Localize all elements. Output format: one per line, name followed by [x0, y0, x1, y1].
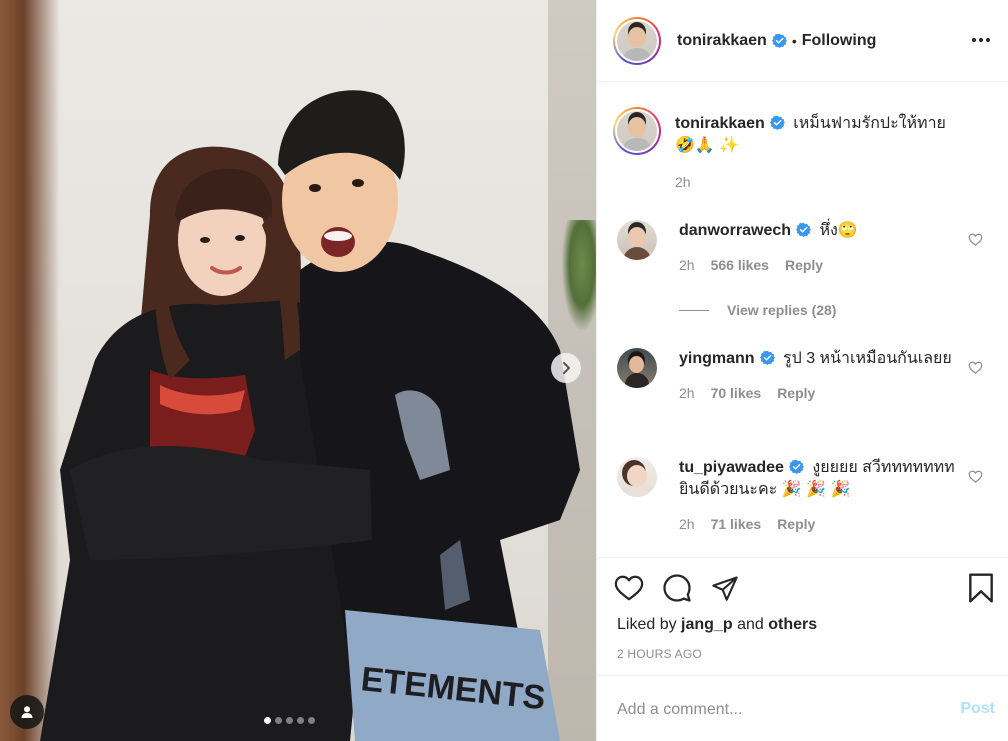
comment-meta: 2h 566 likes Reply: [679, 254, 959, 276]
user-tags-button[interactable]: [10, 695, 44, 729]
share-button[interactable]: [709, 572, 741, 604]
comment-body: danworrawech หึ่ง🙄 2h 566 likes Reply: [679, 220, 959, 276]
comments-list[interactable]: tonirakkaen เหม็นฟามรักปะให้ทาย 🤣🙏 ✨ 2h …: [597, 83, 1008, 557]
comment-like-heart-icon[interactable]: [968, 232, 983, 247]
verified-badge-icon: [759, 350, 775, 365]
carousel-dot: [275, 717, 282, 724]
following-button[interactable]: Following: [802, 32, 877, 50]
post-header: tonirakkaen • Following: [597, 0, 1008, 82]
carousel-dot: [297, 717, 304, 724]
post-timestamp[interactable]: 2 HOURS AGO: [617, 647, 702, 661]
verified-badge-icon: [769, 115, 785, 130]
like-button[interactable]: [613, 572, 645, 604]
caption-text: เหม็นฟามรักปะให้ทาย: [793, 115, 946, 132]
verified-badge-icon: [788, 459, 804, 474]
comment-meta: 2h 70 likes Reply: [679, 382, 959, 404]
carousel-dot: [286, 717, 293, 724]
view-replies-label: View replies (28): [727, 302, 837, 318]
view-replies-button[interactable]: View replies (28): [679, 302, 836, 318]
comment-item: yingmann รูป 3 หน้าเหมือนกันเลยย 2h 70 l…: [617, 348, 997, 448]
liked-by-user[interactable]: jang_p: [681, 616, 733, 633]
chevron-right-icon: [563, 362, 570, 374]
comment-icon: [663, 574, 691, 602]
carousel-next-button[interactable]: [551, 353, 581, 383]
comment-likes[interactable]: 70 likes: [711, 382, 762, 404]
comment-time[interactable]: 2h: [679, 513, 695, 535]
caption-emojis: 🤣🙏 ✨: [675, 137, 740, 154]
header-separator: •: [791, 32, 797, 49]
action-icons: [613, 572, 741, 604]
comment-avatar[interactable]: [617, 348, 657, 388]
comment-like-heart-icon[interactable]: [968, 360, 983, 375]
post-actions: Liked by jang_p and others 2 HOURS AGO: [597, 557, 1008, 675]
verified-badge-icon: [796, 222, 812, 237]
comment-text: หึ่ง🙄: [819, 222, 858, 239]
save-button[interactable]: [965, 572, 997, 604]
caption-meta: 2h: [675, 171, 975, 193]
comment-time[interactable]: 2h: [679, 254, 695, 276]
caption-username[interactable]: tonirakkaen: [675, 115, 765, 132]
heart-icon: [614, 575, 644, 601]
post-comment-button[interactable]: Post: [960, 700, 995, 718]
comment-like-heart-icon[interactable]: [968, 469, 983, 484]
comment-avatar[interactable]: [617, 457, 657, 497]
liked-by-others[interactable]: others: [768, 616, 817, 633]
add-comment-bar: Post: [597, 675, 1008, 741]
author-avatar: [617, 20, 657, 61]
comment-likes[interactable]: 71 likes: [711, 513, 762, 535]
caption-body: tonirakkaen เหม็นฟามรักปะให้ทาย 🤣🙏 ✨ 2h: [675, 113, 975, 193]
comment-username[interactable]: danworrawech: [679, 222, 791, 239]
carousel-dot: [308, 717, 315, 724]
comment-body: tu_piyawadee งูยยยย สวีททททททท ยินดีด้วย…: [679, 457, 959, 535]
comment-button[interactable]: [661, 572, 693, 604]
post-side-panel: tonirakkaen • Following tonirakkaen เหม็…: [596, 0, 1008, 741]
reply-button[interactable]: Reply: [777, 513, 815, 535]
photo-people-illustration: ETEMENTS: [40, 90, 580, 741]
liked-by-prefix: Liked by: [617, 616, 677, 633]
carousel-indicator: [264, 717, 315, 724]
share-icon: [712, 576, 738, 601]
view-replies-line: [679, 309, 709, 311]
caption-time[interactable]: 2h: [675, 171, 691, 193]
avatar-border: [615, 18, 659, 63]
caption-avatar: [617, 111, 657, 151]
comment-body: yingmann รูป 3 หน้าเหมือนกันเลยย 2h 70 l…: [679, 348, 959, 404]
reply-button[interactable]: Reply: [785, 254, 823, 276]
comment-likes[interactable]: 566 likes: [711, 254, 769, 276]
comment-text: รูป 3 หน้าเหมือนกันเลยย: [783, 350, 952, 367]
liked-by-conj: and: [737, 616, 764, 633]
user-tag-icon: [21, 706, 33, 718]
instagram-post: ETEMENTS tonirakkaen • Following tonirak…: [0, 0, 1008, 741]
author-username[interactable]: tonirakkaen: [677, 32, 767, 50]
comment-time[interactable]: 2h: [679, 382, 695, 404]
more-options-icon: [972, 38, 990, 42]
comment-avatar[interactable]: [617, 220, 657, 260]
caption-avatar-story-ring[interactable]: [613, 107, 661, 155]
comment-meta: 2h 71 likes Reply: [679, 513, 959, 535]
reply-button[interactable]: Reply: [777, 382, 815, 404]
comment-username[interactable]: yingmann: [679, 350, 755, 367]
comment-username[interactable]: tu_piyawadee: [679, 459, 784, 476]
liked-by-line: Liked by jang_p and others: [617, 616, 817, 634]
comment-input[interactable]: [617, 696, 937, 724]
bookmark-icon: [969, 573, 993, 603]
comment-item: tu_piyawadee งูยยยย สวีททททททท ยินดีด้วย…: [617, 457, 997, 557]
more-options-button[interactable]: [969, 28, 993, 52]
author-avatar-story-ring[interactable]: [613, 16, 661, 65]
carousel-dot: [264, 717, 271, 724]
avatar-border: [615, 109, 659, 153]
verified-badge-icon: [771, 33, 787, 48]
post-photo[interactable]: ETEMENTS: [0, 0, 596, 741]
